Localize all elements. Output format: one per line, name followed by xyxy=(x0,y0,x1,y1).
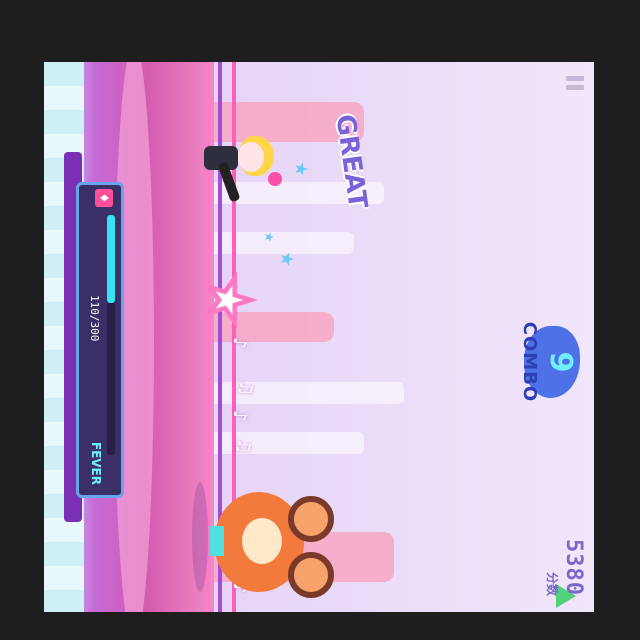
crown-icon xyxy=(210,526,224,556)
pause-button[interactable] xyxy=(564,76,584,96)
game-viewport[interactable]: 5380 分数 9 COMBO GREAT ♪ ♫ ♪ ♫ ♪ ♦ 110/30… xyxy=(44,62,594,612)
score-label: 分数 xyxy=(545,571,559,596)
fever-fill xyxy=(107,215,115,303)
combo-display: 9 COMBO xyxy=(504,312,584,412)
pillar-decor xyxy=(194,382,404,404)
score-value: 5380 xyxy=(561,539,586,596)
fever-count: 110/300 xyxy=(88,295,101,342)
swirl-icon xyxy=(288,496,334,542)
hit-target-star[interactable] xyxy=(198,270,258,330)
game-scene[interactable]: 5380 分数 9 COMBO GREAT ♪ ♫ ♪ ♫ ♪ ♦ 110/30… xyxy=(44,62,594,612)
combo-label: COMBO xyxy=(519,321,540,403)
fever-label: FEVER xyxy=(89,441,103,485)
score-display: 5380 分数 xyxy=(544,539,586,596)
fever-gauge: ♦ 110/300 FEVER xyxy=(76,182,124,498)
combo-count: 9 xyxy=(543,351,578,373)
fever-heart-icon: ♦ xyxy=(95,189,113,207)
music-note: ♪ xyxy=(229,337,250,349)
music-note: ♫ xyxy=(233,438,254,455)
guitar-icon xyxy=(217,161,241,203)
bow-icon xyxy=(268,172,282,186)
boss-character xyxy=(204,482,334,602)
music-note: ♫ xyxy=(235,380,256,397)
swirl-icon xyxy=(288,552,334,598)
boss-face xyxy=(242,518,282,564)
music-note: ♪ xyxy=(229,410,250,422)
player-face xyxy=(238,142,264,172)
player-character xyxy=(184,126,284,216)
pause-icon xyxy=(566,85,584,90)
pause-icon xyxy=(566,76,584,81)
